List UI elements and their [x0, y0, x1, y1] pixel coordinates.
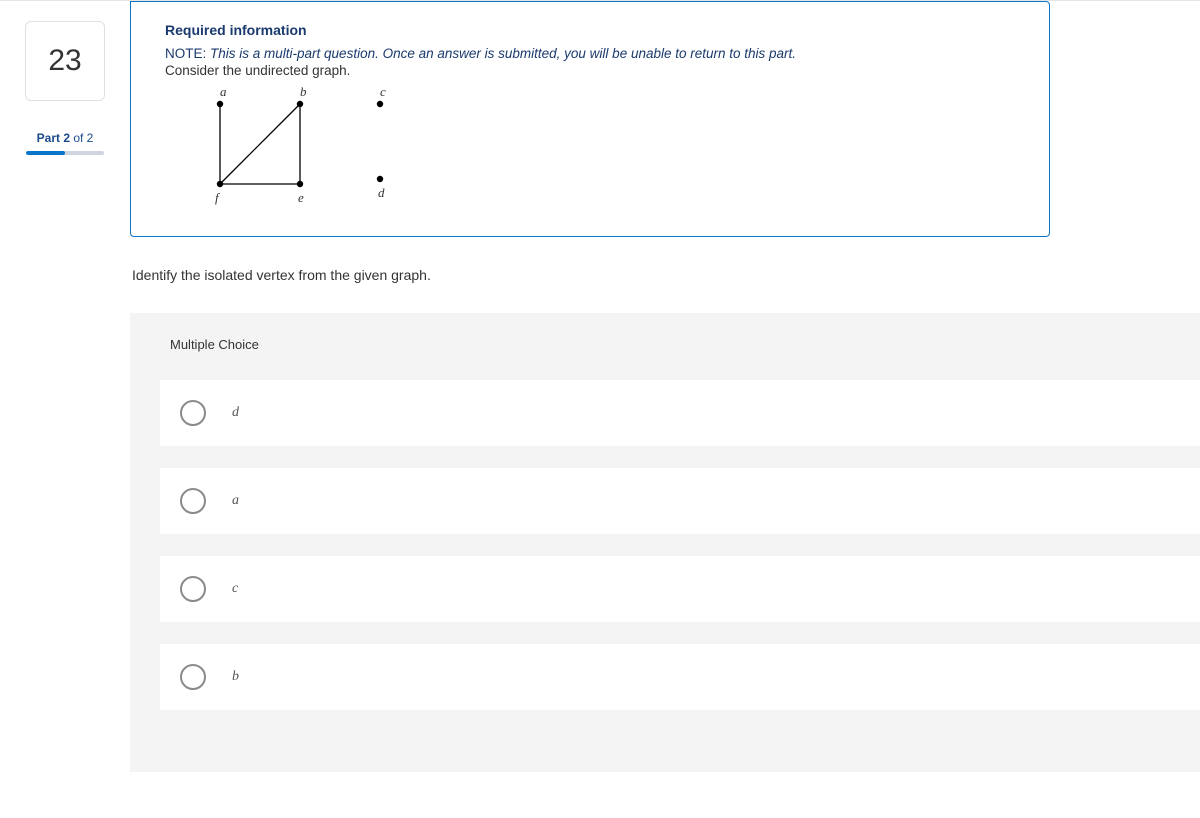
- choice-row[interactable]: d: [160, 380, 1200, 446]
- note-label: NOTE:: [165, 46, 210, 61]
- progress-bar: [26, 151, 104, 155]
- multiple-choice-panel: Multiple Choice d a c b: [130, 313, 1200, 772]
- radio-button[interactable]: [180, 488, 206, 514]
- vertex-b: [297, 101, 303, 107]
- radio-button[interactable]: [180, 576, 206, 602]
- choice-row[interactable]: b: [160, 644, 1200, 710]
- vertex-label-b: b: [300, 84, 307, 99]
- note-line: NOTE: This is a multi-part question. Onc…: [165, 46, 1015, 61]
- vertex-label-c: c: [380, 84, 386, 99]
- choice-label: c: [232, 581, 238, 597]
- vertex-label-a: a: [220, 84, 227, 99]
- page: 23 Part 2 of 2 Required information NOTE…: [0, 0, 1200, 818]
- info-title: Required information: [165, 22, 1015, 38]
- vertex-c: [377, 101, 383, 107]
- graph-figure: a b c f e: [165, 84, 1015, 214]
- vertex-label-d: d: [378, 185, 385, 200]
- vertex-label-e: e: [298, 190, 304, 205]
- choice-label: a: [232, 493, 239, 509]
- question-number: 23: [48, 44, 81, 78]
- choice-label: d: [232, 405, 239, 421]
- vertex-a: [217, 101, 223, 107]
- vertex-e: [297, 181, 303, 187]
- part-current: Part 2: [37, 131, 70, 145]
- choice-row[interactable]: c: [160, 556, 1200, 622]
- part-indicator: Part 2 of 2: [26, 131, 104, 145]
- radio-button[interactable]: [180, 400, 206, 426]
- choice-label: b: [232, 669, 239, 685]
- choice-row[interactable]: a: [160, 468, 1200, 534]
- question-stem: Identify the isolated vertex from the gi…: [130, 237, 1200, 313]
- part-total: of 2: [70, 131, 93, 145]
- progress-fill: [26, 151, 65, 155]
- question-number-box: 23: [25, 21, 105, 101]
- note-text: This is a multi-part question. Once an a…: [210, 46, 796, 61]
- vertex-d: [377, 176, 383, 182]
- consider-text: Consider the undirected graph.: [165, 63, 1015, 78]
- mc-heading: Multiple Choice: [130, 337, 1200, 380]
- main-column: Required information NOTE: This is a mul…: [130, 1, 1200, 818]
- required-info-box: Required information NOTE: This is a mul…: [130, 1, 1050, 237]
- vertex-label-f: f: [215, 190, 221, 205]
- radio-button[interactable]: [180, 664, 206, 690]
- edge-f-b: [220, 104, 300, 184]
- vertex-f: [217, 181, 223, 187]
- graph-svg: a b c f e: [165, 84, 395, 214]
- left-column: 23 Part 2 of 2: [0, 1, 130, 818]
